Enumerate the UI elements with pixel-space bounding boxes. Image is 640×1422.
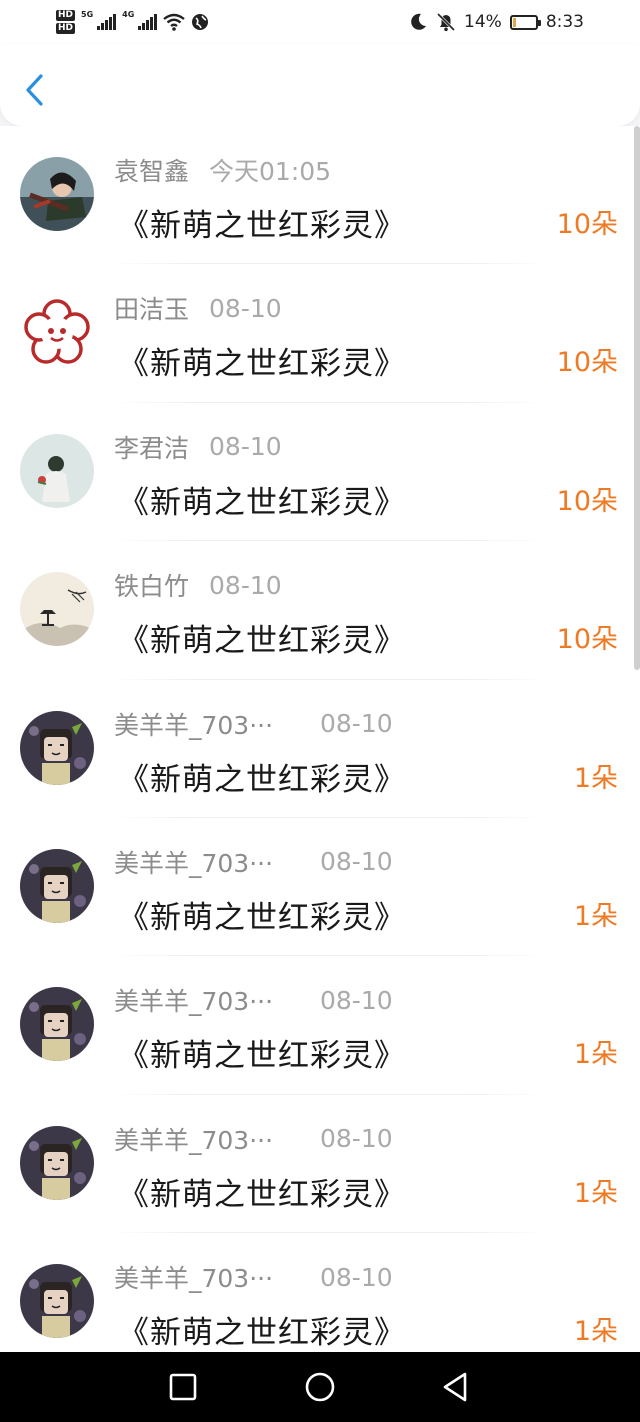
sender-name: 田洁玉 bbox=[114, 295, 190, 325]
status-bar: HD HD 5G 4G 14% 8:33 bbox=[0, 0, 640, 44]
entry-meta: 美羊羊_703··· 08-10 bbox=[114, 706, 393, 742]
gift-title: 《新萌之世红彩灵》 bbox=[118, 484, 406, 521]
gift-title: 《新萌之世红彩灵》 bbox=[118, 208, 406, 244]
avatar[interactable] bbox=[20, 848, 94, 923]
sender-name: 李君洁 bbox=[114, 433, 190, 463]
entry-meta: 袁智鑫 今天01:05 bbox=[114, 152, 331, 188]
back-button[interactable] bbox=[437, 1369, 473, 1405]
square-icon bbox=[169, 1373, 197, 1401]
sender-name: 美羊羊_703··· bbox=[114, 848, 274, 878]
avatar[interactable] bbox=[20, 1264, 94, 1339]
top-app-bar bbox=[0, 44, 640, 126]
send-time: 08-10 bbox=[320, 847, 393, 877]
list-item[interactable]: 美羊羊_703··· 08-10 《新萌之世红彩灵》 1朵 bbox=[0, 1233, 640, 1352]
globe-icon bbox=[192, 14, 209, 30]
scrollbar[interactable] bbox=[634, 126, 640, 670]
entry-meta: 田洁玉 08-10 bbox=[114, 290, 282, 326]
entry-meta: 李君洁 08-10 bbox=[114, 429, 282, 465]
bell-off-icon bbox=[436, 12, 456, 32]
flower-count: 1朵 bbox=[573, 1177, 618, 1209]
list-item[interactable]: 美羊羊_703··· 08-10 《新萌之世红彩灵》 1朵 bbox=[0, 680, 640, 819]
list-item[interactable]: 田洁玉 08-10 《新萌之世红彩灵》 10朵 bbox=[0, 264, 640, 404]
sender-name: 袁智鑫 bbox=[114, 157, 190, 186]
flower-count: 10朵 bbox=[556, 209, 618, 240]
signal-icon bbox=[138, 14, 158, 30]
entry-meta: 美羊羊_703··· 08-10 bbox=[114, 1259, 393, 1295]
clock: 8:33 bbox=[545, 12, 584, 32]
hd-badge: HD bbox=[56, 10, 76, 21]
avatar[interactable] bbox=[20, 572, 94, 647]
triangle-back-icon bbox=[443, 1372, 467, 1402]
back-arrow-icon[interactable] bbox=[22, 72, 48, 108]
network-label: 4G bbox=[122, 10, 135, 19]
entry-meta: 美羊羊_703··· 08-10 bbox=[114, 982, 393, 1018]
flower-count: 1朵 bbox=[573, 762, 618, 794]
entry-meta: 美羊羊_703··· 08-10 bbox=[114, 1121, 393, 1157]
gift-title: 《新萌之世红彩灵》 bbox=[118, 761, 406, 798]
status-bar-right: 14% 8:33 bbox=[408, 8, 584, 36]
battery-icon bbox=[509, 14, 541, 30]
send-time: 08-10 bbox=[320, 1124, 393, 1154]
list-item[interactable]: 铁白竹 08-10 《新萌之世红彩灵》 10朵 bbox=[0, 541, 640, 680]
send-time: 08-10 bbox=[320, 709, 393, 739]
gift-title: 《新萌之世红彩灵》 bbox=[118, 623, 406, 660]
gift-title: 《新萌之世红彩灵》 bbox=[118, 346, 406, 383]
home-button[interactable] bbox=[302, 1369, 338, 1405]
flower-count: 1朵 bbox=[573, 900, 618, 932]
signal-icon bbox=[97, 14, 117, 30]
hd-badge: HD bbox=[56, 23, 76, 34]
entry-meta: 铁白竹 08-10 bbox=[114, 567, 282, 603]
list-item[interactable]: 美羊羊_703··· 08-10 《新萌之世红彩灵》 1朵 bbox=[0, 1095, 640, 1234]
network-label: 5G bbox=[81, 10, 94, 19]
avatar[interactable] bbox=[20, 1125, 94, 1200]
circle-icon bbox=[305, 1372, 335, 1402]
list-item[interactable]: 李君洁 08-10 《新萌之世红彩灵》 10朵 bbox=[0, 403, 640, 542]
status-bar-left: HD HD 5G 4G bbox=[56, 6, 209, 38]
sender-name: 铁白竹 bbox=[114, 572, 190, 602]
send-time: 今天01:05 bbox=[209, 157, 332, 186]
list-item[interactable]: 美羊羊_703··· 08-10 《新萌之世红彩灵》 1朵 bbox=[0, 818, 640, 957]
avatar[interactable] bbox=[20, 433, 94, 508]
gift-record-list[interactable]: 袁智鑫 今天01:05 《新萌之世红彩灵》 10朵 田洁玉 08-10 《新萌之世红彩灵》 1… bbox=[0, 126, 640, 1352]
sender-name: 美羊羊_703··· bbox=[114, 1264, 274, 1294]
avatar[interactable] bbox=[20, 710, 94, 785]
flower-count: 10朵 bbox=[556, 485, 618, 517]
flower-count: 10朵 bbox=[556, 347, 618, 379]
entry-meta: 美羊羊_703··· 08-10 bbox=[114, 844, 393, 880]
flower-count: 1朵 bbox=[573, 1316, 618, 1348]
flower-count: 10朵 bbox=[556, 624, 618, 656]
list-item[interactable]: 袁智鑫 今天01:05 《新萌之世红彩灵》 10朵 bbox=[0, 126, 640, 265]
send-time: 08-10 bbox=[209, 432, 282, 462]
flower-count: 1朵 bbox=[573, 1039, 618, 1071]
wifi-icon bbox=[163, 13, 186, 31]
gift-title: 《新萌之世红彩灵》 bbox=[118, 1176, 406, 1213]
recent-apps-button[interactable] bbox=[165, 1369, 201, 1405]
sender-name: 美羊羊_703··· bbox=[114, 710, 274, 740]
system-navigation-bar bbox=[0, 1352, 640, 1422]
battery-percent: 14% bbox=[464, 12, 502, 32]
gift-title: 《新萌之世红彩灵》 bbox=[118, 899, 406, 936]
send-time: 08-10 bbox=[209, 570, 282, 600]
avatar[interactable] bbox=[20, 987, 94, 1062]
avatar[interactable] bbox=[20, 295, 94, 370]
avatar[interactable] bbox=[20, 157, 94, 231]
send-time: 08-10 bbox=[209, 293, 282, 323]
list-item[interactable]: 美羊羊_703··· 08-10 《新萌之世红彩灵》 1朵 bbox=[0, 956, 640, 1096]
gift-title: 《新萌之世红彩灵》 bbox=[118, 1038, 406, 1075]
sender-name: 美羊羊_703··· bbox=[114, 1125, 274, 1155]
send-time: 08-10 bbox=[320, 1262, 393, 1292]
sender-name: 美羊羊_703··· bbox=[114, 987, 274, 1017]
gift-title: 《新萌之世红彩灵》 bbox=[118, 1315, 406, 1352]
moon-icon bbox=[411, 13, 427, 30]
send-time: 08-10 bbox=[320, 985, 393, 1015]
